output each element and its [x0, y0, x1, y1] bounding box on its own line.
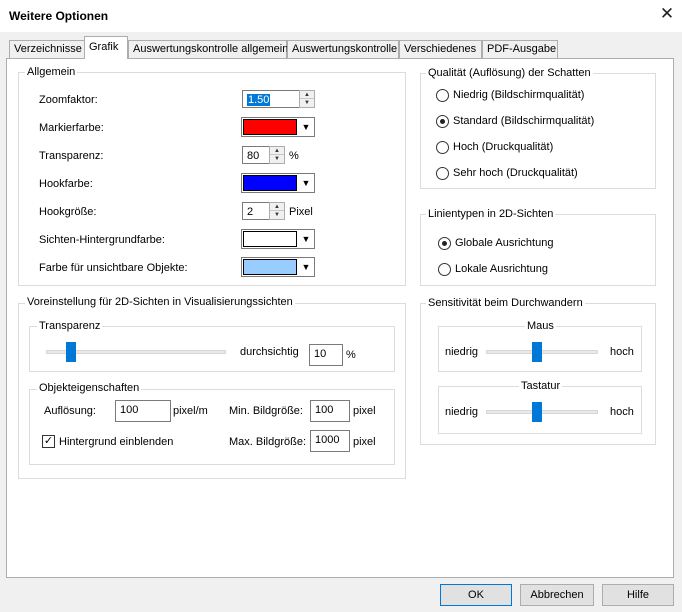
- tab-label: Auswertungskontrolle: [292, 43, 398, 55]
- group-keyboard-legend: Tastatur: [519, 380, 563, 392]
- chevron-down-icon[interactable]: ▼: [270, 211, 284, 219]
- chevron-down-icon[interactable]: ▼: [300, 99, 314, 107]
- resolution-input[interactable]: 100: [115, 400, 171, 422]
- group-sensitivity-legend: Sensitivität beim Durchwandern: [426, 297, 585, 309]
- invisible-color-dropdown[interactable]: ▼: [241, 257, 315, 277]
- min-size-label: Min. Bildgröße:: [229, 405, 303, 417]
- invisible-color-label: Farbe für unsichtbare Objekte:: [39, 262, 188, 274]
- ok-button[interactable]: OK: [440, 584, 512, 606]
- max-size-input[interactable]: 1000: [310, 430, 350, 452]
- hook-size-unit: Pixel: [289, 206, 313, 218]
- group-allgemein-legend: Allgemein: [25, 66, 78, 78]
- dropdown-arrow-icon[interactable]: ▼: [298, 258, 314, 276]
- bg-color-label: Sichten-Hintergrundfarbe:: [39, 234, 165, 246]
- transparency-input[interactable]: 80: [242, 146, 270, 164]
- radio-shadow-low[interactable]: [436, 89, 449, 102]
- tab-label: Verzeichnisse: [14, 43, 82, 55]
- tab-auswertungskontrolle-allgemein[interactable]: Auswertungskontrolle allgemein: [128, 40, 289, 58]
- dropdown-arrow-icon[interactable]: ▼: [298, 118, 314, 136]
- mouse-high-label: hoch: [610, 346, 634, 358]
- bg-color-dropdown[interactable]: ▼: [241, 229, 315, 249]
- zoom-value: 1.50: [247, 94, 271, 106]
- hook-size-input[interactable]: 2: [242, 202, 270, 220]
- min-size-unit: pixel: [353, 405, 376, 417]
- help-button[interactable]: Hilfe: [602, 584, 674, 606]
- radio-global-alignment[interactable]: [438, 237, 451, 250]
- group-object-props-legend: Objekteigenschaften: [37, 382, 142, 394]
- bg-color-swatch: [243, 231, 297, 247]
- tab-label: Auswertungskontrolle allgemein: [133, 43, 289, 55]
- radio-shadow-very-high-label: Sehr hoch (Druckqualität): [453, 167, 578, 179]
- resolution-label: Auflösung:: [44, 405, 96, 417]
- hook-color-swatch: [243, 175, 297, 191]
- radio-shadow-standard-label: Standard (Bildschirmqualität): [453, 115, 595, 127]
- transparency-slider-label: durchsichtig: [240, 346, 299, 358]
- mouse-low-label: niedrig: [445, 346, 479, 358]
- chevron-up-icon[interactable]: ▲: [270, 203, 284, 211]
- transparency-slider-thumb[interactable]: [66, 342, 77, 362]
- group-shadow-quality-legend: Qualität (Auflösung) der Schatten: [426, 67, 593, 79]
- transparency-preset-input[interactable]: 10: [309, 344, 343, 366]
- dropdown-arrow-icon[interactable]: ▼: [298, 230, 314, 248]
- keyboard-sensitivity-track[interactable]: [486, 410, 598, 414]
- chevron-up-icon[interactable]: ▲: [270, 147, 284, 155]
- keyboard-high-label: hoch: [610, 406, 634, 418]
- radio-global-alignment-label: Globale Ausrichtung: [455, 237, 554, 249]
- transparency-unit: %: [289, 150, 299, 162]
- hook-color-dropdown[interactable]: ▼: [241, 173, 315, 193]
- group-line-types: [420, 214, 656, 286]
- tab-label: Verschiedenes: [404, 43, 477, 55]
- transparency-label: Transparenz:: [39, 150, 104, 162]
- zoom-label: Zoomfaktor:: [39, 94, 98, 106]
- tab-grafik[interactable]: Grafik: [84, 36, 128, 59]
- marker-color-dropdown[interactable]: ▼: [241, 117, 315, 137]
- transparency-preset-unit: %: [346, 349, 356, 361]
- tab-pdf-ausgabe[interactable]: PDF-Ausgabe: [482, 40, 558, 58]
- tab-label: Grafik: [89, 41, 119, 53]
- chevron-up-icon[interactable]: ▲: [300, 91, 314, 99]
- hook-size-stepper[interactable]: ▲ ▼: [269, 202, 285, 220]
- radio-local-alignment-label: Lokale Ausrichtung: [455, 263, 548, 275]
- max-size-label: Max. Bildgröße:: [229, 436, 307, 448]
- zoom-input[interactable]: 1.50: [242, 90, 300, 108]
- invisible-color-swatch: [243, 259, 297, 275]
- tab-verschiedenes[interactable]: Verschiedenes: [399, 40, 482, 58]
- tab-verzeichnisse[interactable]: Verzeichnisse: [9, 40, 85, 58]
- group-transparency-legend: Transparenz: [37, 320, 103, 332]
- min-size-input[interactable]: 100: [310, 400, 350, 422]
- radio-shadow-standard[interactable]: [436, 115, 449, 128]
- marker-color-swatch: [243, 119, 297, 135]
- max-size-unit: pixel: [353, 436, 376, 448]
- tab-label: PDF-Ausgabe: [487, 43, 557, 55]
- chevron-down-icon[interactable]: ▼: [270, 155, 284, 163]
- marker-color-label: Markierfarbe:: [39, 122, 104, 134]
- show-bg-label: Hintergrund einblenden: [59, 436, 174, 448]
- transparency-stepper[interactable]: ▲ ▼: [269, 146, 285, 164]
- radio-shadow-high[interactable]: [436, 141, 449, 154]
- hook-color-label: Hookfarbe:: [39, 178, 93, 190]
- resolution-unit: pixel/m: [173, 405, 208, 417]
- radio-shadow-very-high[interactable]: [436, 167, 449, 180]
- tab-auswertungskontrolle[interactable]: Auswertungskontrolle: [287, 40, 399, 58]
- mouse-sensitivity-track[interactable]: [486, 350, 598, 354]
- dropdown-arrow-icon[interactable]: ▼: [298, 174, 314, 192]
- hook-size-label: Hookgröße:: [39, 206, 97, 218]
- mouse-sensitivity-thumb[interactable]: [531, 342, 542, 362]
- cancel-button[interactable]: Abbrechen: [520, 584, 594, 606]
- close-icon[interactable]: ✕: [654, 3, 680, 27]
- keyboard-sensitivity-thumb[interactable]: [531, 402, 542, 422]
- checkmark-icon[interactable]: ✓: [42, 435, 55, 448]
- window-title: Weitere Optionen: [9, 9, 109, 23]
- group-line-types-legend: Linientypen in 2D-Sichten: [426, 208, 556, 220]
- zoom-stepper[interactable]: ▲ ▼: [299, 90, 315, 108]
- radio-local-alignment[interactable]: [438, 263, 451, 276]
- group-presets-2d-legend: Voreinstellung für 2D-Sichten in Visuali…: [25, 296, 295, 308]
- keyboard-low-label: niedrig: [445, 406, 479, 418]
- group-mouse-legend: Maus: [525, 320, 556, 332]
- radio-shadow-high-label: Hoch (Druckqualität): [453, 141, 554, 153]
- radio-shadow-low-label: Niedrig (Bildschirmqualität): [453, 89, 585, 101]
